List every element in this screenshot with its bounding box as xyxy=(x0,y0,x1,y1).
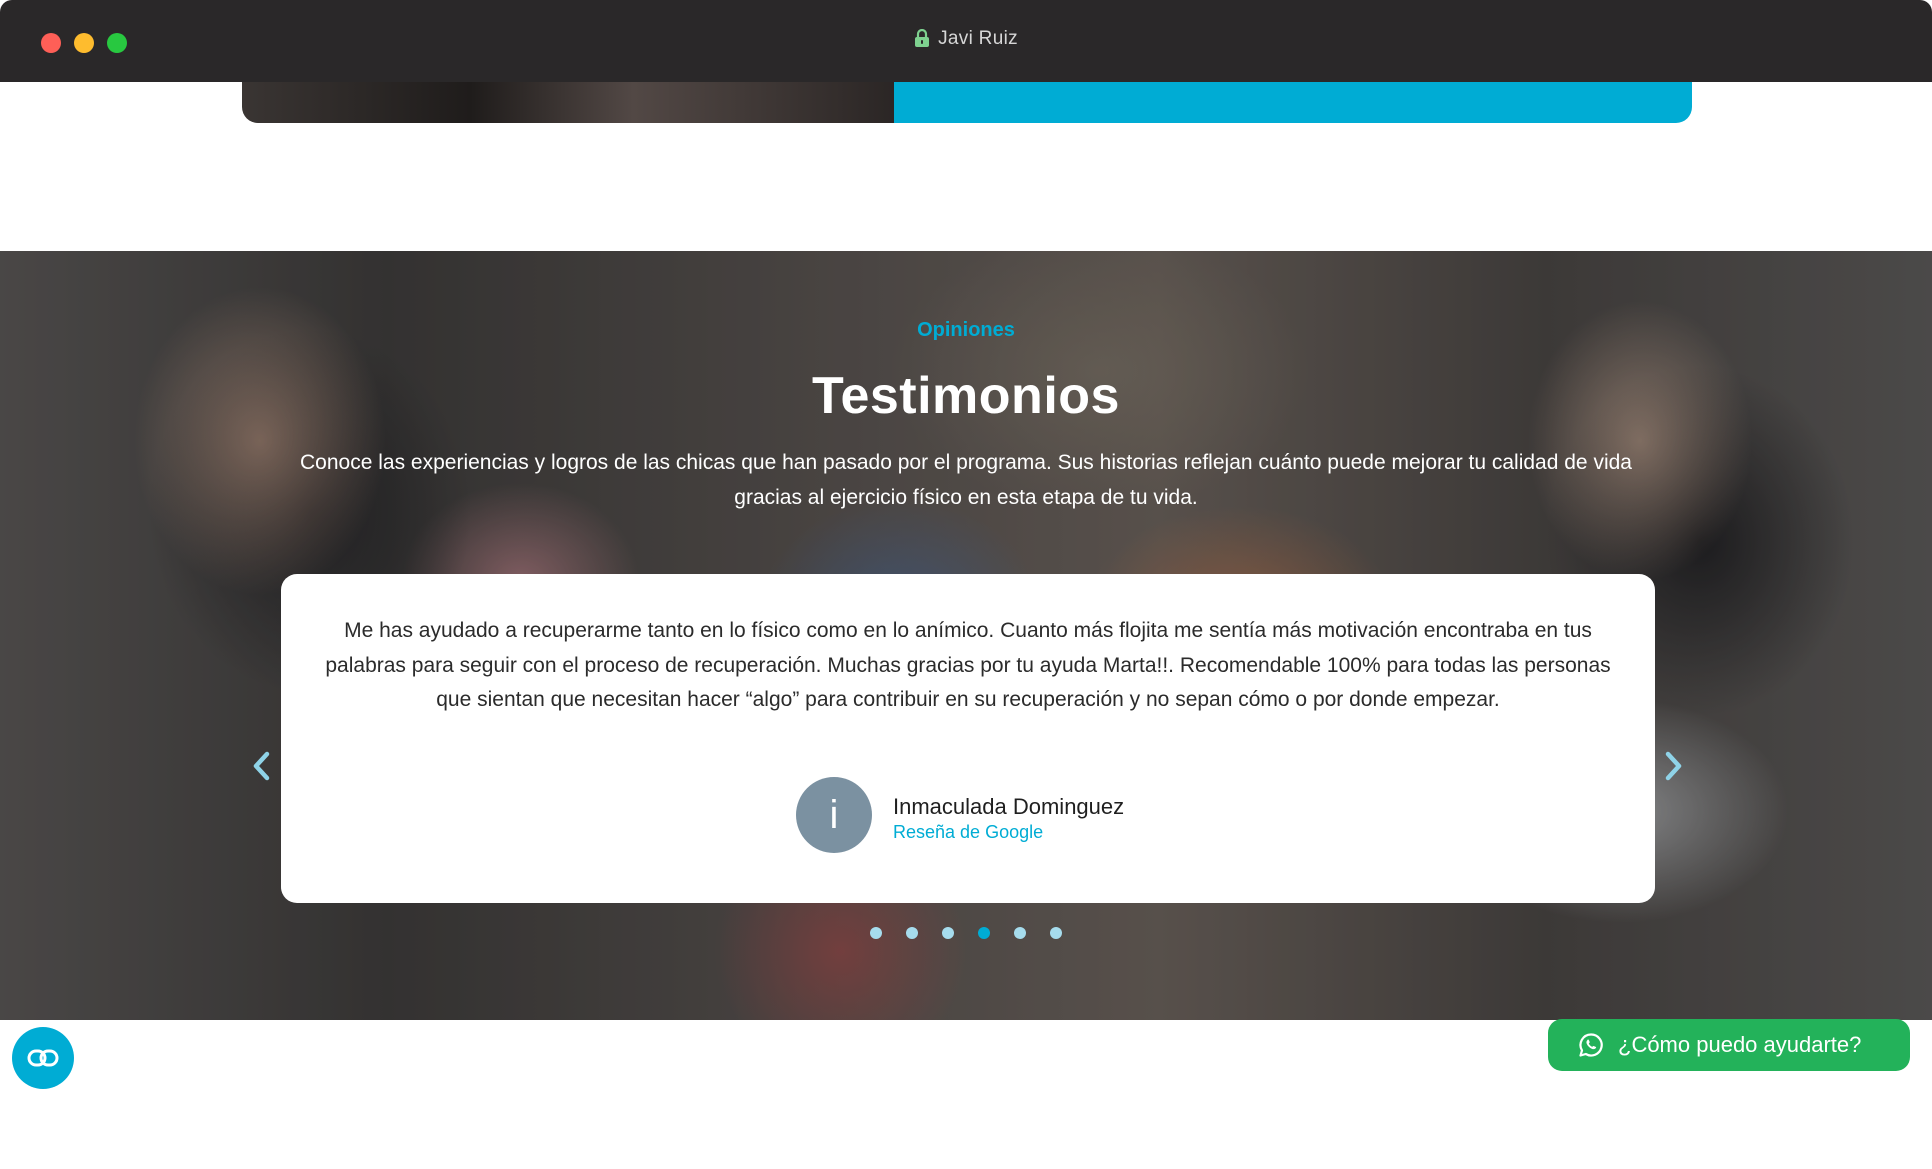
section-description: Conoce las experiencias y logros de las … xyxy=(300,451,1632,509)
section-eyebrow: Opiniones xyxy=(917,319,1015,341)
testimonials-section: Opiniones Testimonios Conoce las experie… xyxy=(0,251,1932,1020)
review-source-link[interactable]: Reseña de Google xyxy=(893,822,1043,843)
page-content: Opiniones Testimonios Conoce las experie… xyxy=(0,82,1932,1169)
previous-section-image xyxy=(242,82,894,123)
whatsapp-button-label: ¿Cómo puedo ayudarte? xyxy=(1618,1032,1862,1057)
accessibility-button[interactable] xyxy=(12,1027,74,1089)
chevron-left-icon xyxy=(253,751,270,781)
carousel-dot[interactable] xyxy=(978,927,990,939)
previous-section-panel xyxy=(894,82,1692,123)
avatar: i xyxy=(796,777,872,853)
lock-icon xyxy=(914,28,930,53)
carousel-dot[interactable] xyxy=(870,927,882,939)
whatsapp-icon xyxy=(1578,1032,1604,1058)
carousel-next-button[interactable] xyxy=(1658,748,1688,784)
chevron-right-icon xyxy=(1665,751,1682,781)
carousel-dot[interactable] xyxy=(942,927,954,939)
carousel-dot[interactable] xyxy=(1014,927,1026,939)
whatsapp-chat-button[interactable]: ¿Cómo puedo ayudarte? xyxy=(1548,1019,1910,1071)
carousel-prev-button[interactable] xyxy=(247,748,277,784)
carousel-dot[interactable] xyxy=(1050,927,1062,939)
browser-titlebar: Javi Ruiz xyxy=(0,0,1932,82)
reviewer: i Inmaculada Dominguez Reseña de Google xyxy=(796,777,1196,853)
section-title: Testimonios xyxy=(812,367,1120,425)
previous-section-card xyxy=(242,82,1692,123)
reviewer-name: Inmaculada Dominguez xyxy=(893,794,1125,819)
site-title: Javi Ruiz xyxy=(0,28,1932,53)
site-title-text: Javi Ruiz xyxy=(938,28,1018,49)
testimonial-card: Me has ayudado a recuperarme tanto en lo… xyxy=(281,574,1655,903)
carousel-pagination xyxy=(0,927,1932,939)
accessibility-icon xyxy=(27,1049,59,1067)
testimonial-text: Me has ayudado a recuperarme tanto en lo… xyxy=(325,619,1611,711)
carousel-dot[interactable] xyxy=(906,927,918,939)
